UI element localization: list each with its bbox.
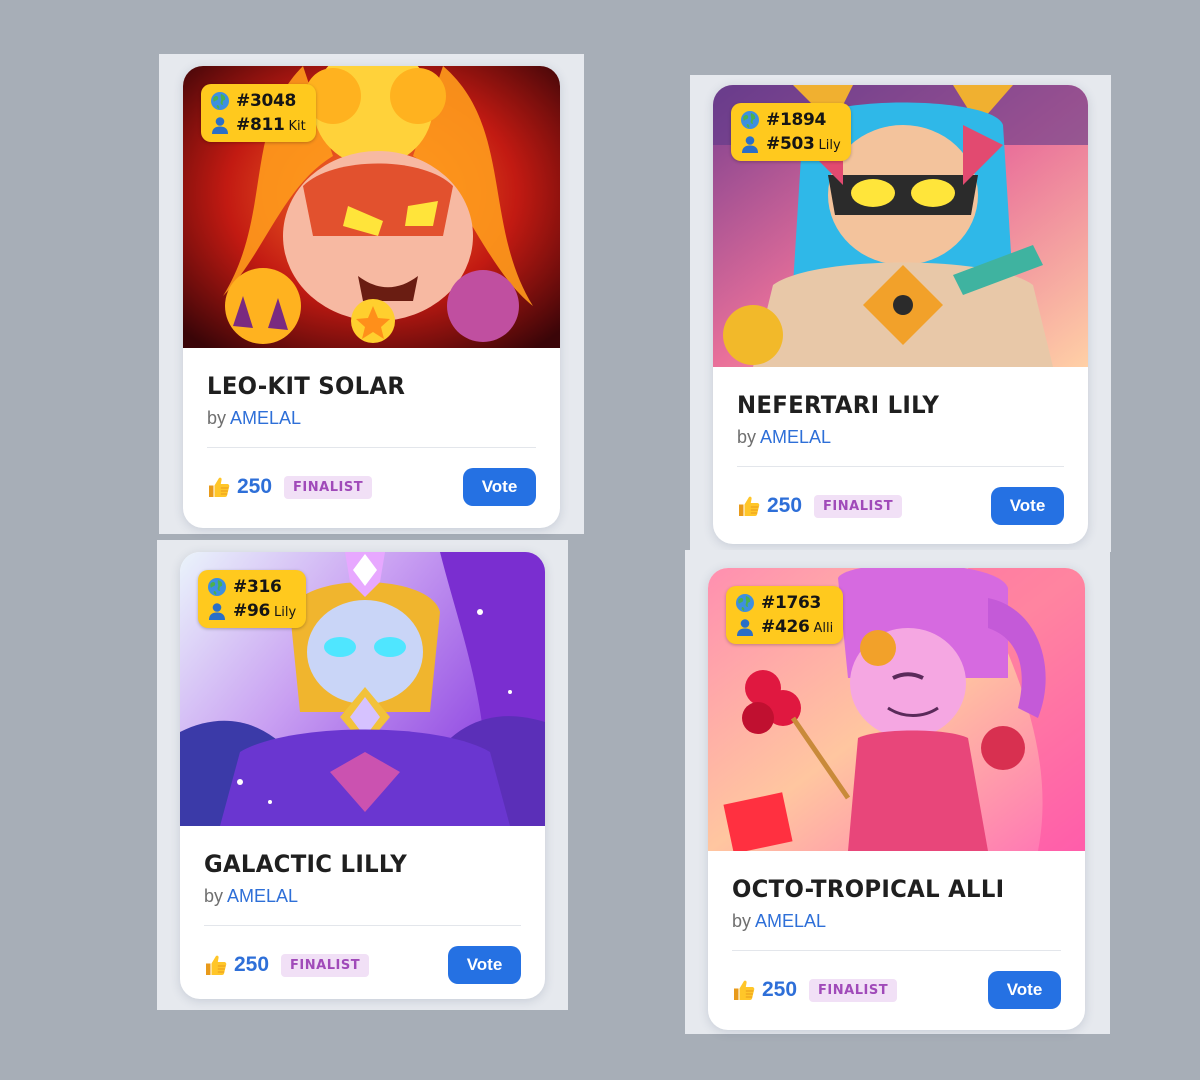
- vote-button[interactable]: Vote: [448, 946, 521, 984]
- globe-icon: [207, 577, 227, 597]
- person-icon: [207, 601, 227, 621]
- author-link[interactable]: AMELAL: [230, 408, 301, 428]
- card-info: NEFERTARI LILY by AMELAL 250 FINALIST Vo…: [713, 367, 1088, 544]
- card-footer: 250 FINALIST Vote: [204, 926, 521, 999]
- global-rank: #1894: [766, 110, 827, 130]
- skin-artwork[interactable]: #3048 #811 Kit: [183, 66, 560, 348]
- global-rank: #316: [233, 577, 282, 597]
- skin-title[interactable]: OCTO-TROPICAL ALLI: [732, 875, 1045, 903]
- skin-artwork[interactable]: #1763 #426 Alli: [708, 568, 1085, 851]
- global-rank-row: #316: [207, 575, 296, 599]
- finalist-badge: FINALIST: [281, 953, 370, 977]
- brawler-rank-row: #811 Kit: [210, 113, 306, 137]
- by-label: by: [207, 408, 227, 428]
- card-info: LEO-KIT SOLAR by AMELAL 250 FINALIST Vot…: [183, 348, 560, 526]
- brawler-rank-row: #96 Lily: [207, 599, 296, 623]
- brawler-rank: #503: [766, 134, 815, 154]
- finalist-badge: FINALIST: [284, 475, 373, 499]
- author-link[interactable]: AMELAL: [227, 886, 298, 906]
- globe-icon: [735, 593, 755, 613]
- skin-card[interactable]: #316 #96 Lily GALACTIC LILLY by AMELAL 2…: [180, 552, 545, 999]
- thumbs-up-icon: [207, 475, 231, 499]
- skin-title[interactable]: GALACTIC LILLY: [204, 850, 505, 878]
- author-link[interactable]: AMELAL: [755, 911, 826, 931]
- skin-card[interactable]: #1763 #426 Alli OCTO-TROPICAL ALLI by AM…: [708, 568, 1085, 1030]
- brawler-rank: #811: [236, 115, 285, 135]
- global-rank-row: #1894: [740, 108, 841, 132]
- finalist-badge: FINALIST: [809, 978, 898, 1002]
- globe-icon: [210, 91, 230, 111]
- global-rank-row: #3048: [210, 89, 306, 113]
- brawler-rank-row: #503 Lily: [740, 132, 841, 156]
- card-footer: 250 FINALIST Vote: [737, 467, 1064, 544]
- card-footer: 250 FINALIST Vote: [207, 448, 536, 526]
- vote-button[interactable]: Vote: [991, 487, 1064, 525]
- brawler-name: Alli: [813, 620, 834, 636]
- by-label: by: [737, 427, 757, 447]
- rank-badge: #3048 #811 Kit: [201, 84, 316, 142]
- rank-badge: #1894 #503 Lily: [731, 103, 851, 161]
- brawler-name: Lily: [274, 604, 297, 620]
- brawler-rank: #426: [761, 617, 810, 637]
- global-rank: #3048: [236, 91, 297, 111]
- byline: by AMELAL: [204, 886, 521, 907]
- thumbs-up-icon: [737, 494, 761, 518]
- card-footer: 250 FINALIST Vote: [732, 951, 1061, 1029]
- rank-badge: #1763 #426 Alli: [726, 586, 844, 644]
- thumbs-up-icon: [204, 953, 228, 977]
- brawler-name: Kit: [288, 118, 306, 134]
- skin-card[interactable]: #1894 #503 Lily NEFERTARI LILY by AMELAL…: [713, 85, 1088, 544]
- brawler-rank-row: #426 Alli: [735, 615, 833, 639]
- author-link[interactable]: AMELAL: [760, 427, 831, 447]
- thumbs-up-icon: [732, 978, 756, 1002]
- person-icon: [740, 134, 760, 154]
- like-count: 250: [767, 494, 803, 517]
- like-count: 250: [237, 475, 273, 498]
- person-icon: [210, 115, 230, 135]
- like-count: 250: [234, 953, 270, 976]
- skin-title[interactable]: LEO-KIT SOLAR: [207, 372, 520, 400]
- finalist-badge: FINALIST: [814, 494, 903, 518]
- by-label: by: [204, 886, 224, 906]
- byline: by AMELAL: [207, 408, 536, 429]
- byline: by AMELAL: [732, 911, 1061, 932]
- vote-button[interactable]: Vote: [988, 971, 1061, 1009]
- vote-button[interactable]: Vote: [463, 468, 536, 506]
- byline: by AMELAL: [737, 427, 1064, 448]
- card-info: OCTO-TROPICAL ALLI by AMELAL 250 FINALIS…: [708, 851, 1085, 1029]
- global-rank-row: #1763: [735, 591, 833, 615]
- brawler-name: Lily: [818, 137, 841, 153]
- rank-badge: #316 #96 Lily: [198, 570, 307, 628]
- global-rank: #1763: [761, 593, 822, 613]
- brawler-rank: #96: [233, 601, 271, 621]
- by-label: by: [732, 911, 752, 931]
- skin-artwork[interactable]: #316 #96 Lily: [180, 552, 545, 826]
- globe-icon: [740, 110, 760, 130]
- skin-card[interactable]: #3048 #811 Kit LEO-KIT SOLAR by AMELAL 2…: [183, 66, 560, 528]
- card-info: GALACTIC LILLY by AMELAL 250 FINALIST Vo…: [180, 826, 545, 999]
- skin-title[interactable]: NEFERTARI LILY: [737, 391, 1048, 419]
- like-count: 250: [762, 978, 798, 1001]
- skin-artwork[interactable]: #1894 #503 Lily: [713, 85, 1088, 367]
- person-icon: [735, 617, 755, 637]
